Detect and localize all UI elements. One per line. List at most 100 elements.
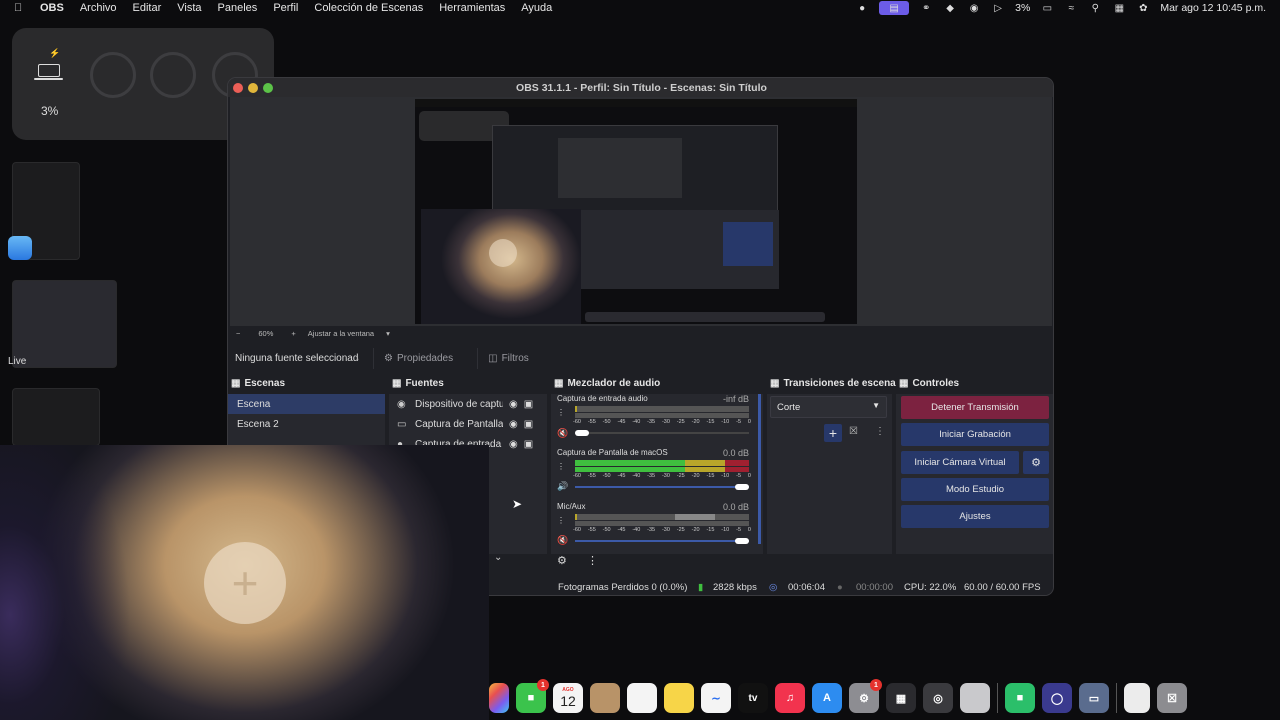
app-store-icon[interactable]: A [812, 683, 842, 713]
facetime-icon[interactable]: ■ 1 [516, 679, 549, 713]
close-button[interactable] [233, 83, 243, 93]
search-icon[interactable]: ⚲ [1088, 2, 1102, 14]
minimize-button[interactable] [248, 83, 258, 93]
system-settings-icon[interactable]: ⚙ 1 [849, 679, 882, 713]
studio-mode-button[interactable]: Modo Estudio [901, 478, 1049, 501]
kebab-icon[interactable]: ⋮ [875, 426, 885, 437]
trash-icon[interactable]: ☒ [849, 426, 858, 437]
screenshot-app-icon[interactable]: ▭ [1079, 683, 1109, 713]
muted-speaker-icon[interactable]: 🔇 [557, 428, 568, 439]
add-transition-button[interactable]: + [824, 424, 842, 442]
contacts-icon[interactable] [590, 683, 620, 713]
eye-icon[interactable]: ◉ [509, 399, 518, 410]
siri-icon[interactable]: ✿ [1136, 2, 1150, 14]
zoom-out-button[interactable]: − [236, 329, 240, 338]
volume-slider[interactable] [575, 486, 749, 488]
channel-db: 0.0 dB [722, 502, 749, 512]
preview-app-icon[interactable] [960, 683, 990, 713]
obs-titlebar[interactable]: OBS 31.1.1 - Perfil: Sin Título - Escena… [228, 78, 1053, 97]
eye-icon[interactable]: ◉ [509, 419, 518, 430]
menu-perfil[interactable]: Perfil [273, 2, 298, 14]
transition-select[interactable]: Corte ▼ [770, 396, 887, 418]
virtual-camera-settings-icon[interactable]: ⚙ [1023, 451, 1049, 474]
zoom-button[interactable] [263, 83, 273, 93]
instruments-icon[interactable]: ◎ [923, 683, 953, 713]
db-tick-label: -40 [632, 473, 641, 479]
menu-app-name[interactable]: OBS [40, 2, 64, 14]
apple-icon[interactable]:  [14, 2, 28, 14]
chevron-down-icon[interactable]: ▾ [386, 329, 390, 338]
notes-icon[interactable] [664, 683, 694, 713]
finder-icon[interactable] [8, 236, 32, 260]
muted-speaker-icon[interactable]: 🔇 [557, 535, 568, 546]
kebab-icon[interactable]: ⋮ [557, 516, 565, 525]
lock-icon[interactable]: ▣ [524, 399, 533, 410]
battery-icon[interactable]: ▭ [1040, 2, 1054, 14]
menu-paneles[interactable]: Paneles [218, 2, 258, 14]
messages-icon[interactable]: ■ [1005, 683, 1035, 713]
clock[interactable]: Mar ago 12 10:45 p.m. [1160, 2, 1266, 14]
document-icon[interactable] [1124, 683, 1150, 713]
music-icon[interactable]: ♫ [775, 683, 805, 713]
obs-status-icon[interactable]: ● [855, 2, 869, 14]
properties-button[interactable]: ⚙ Propiedades [373, 347, 463, 369]
wifi-icon[interactable]: ≈ [1064, 2, 1078, 14]
kebab-icon[interactable]: ⋮ [587, 554, 598, 567]
start-virtual-camera-button[interactable]: Iniciar Cámara Virtual [901, 451, 1019, 474]
calendar-icon[interactable]: AGO 12 [553, 683, 583, 713]
obs-icon[interactable]: ◯ [1042, 683, 1072, 713]
capcut-icon[interactable]: ◆ [943, 2, 957, 14]
user-icon[interactable]: ◉ [967, 2, 981, 14]
speaker-icon[interactable]: 🔊 [557, 481, 568, 492]
lock-icon[interactable]: ▣ [524, 419, 533, 430]
volume-knob[interactable] [575, 430, 589, 436]
stop-stream-button[interactable]: Detener Transmisión [901, 396, 1049, 419]
mixer-channel: Captura de entrada audio -inf dB ⋮ -60 -55… [557, 394, 751, 444]
eye-icon[interactable]: ◉ [509, 439, 518, 450]
db-tick-label: -25 [676, 419, 685, 425]
scrollbar[interactable] [758, 394, 761, 544]
stage-thumb-window[interactable] [12, 280, 117, 368]
trash-icon[interactable]: ☒ [1157, 683, 1187, 713]
start-recording-button[interactable]: Iniciar Grabación [901, 423, 1049, 446]
source-item[interactable]: ◉ Dispositivo de captura ◉ ▣ [389, 394, 547, 414]
reminders-icon[interactable] [627, 683, 657, 713]
volume-knob[interactable] [735, 484, 749, 490]
filters-button[interactable]: ◫ Filtros [477, 347, 539, 369]
volume-knob[interactable] [735, 538, 749, 544]
apple-tv-icon[interactable]: tv [738, 683, 768, 713]
scene-item[interactable]: Escena 2 [228, 414, 385, 434]
filter-icon: ◫ [488, 352, 498, 364]
menu-coleccion-escenas[interactable]: Colección de Escenas [314, 2, 423, 14]
source-item[interactable]: ▭ Captura de Pantalla de macOS ◉ ▣ [389, 414, 547, 434]
fit-window-dropdown[interactable]: Ajustar a la ventana [308, 329, 374, 338]
menu-editar[interactable]: Editar [133, 2, 162, 14]
audio-mixer-app-icon[interactable]: ▦ [886, 683, 916, 713]
preview-canvas[interactable] [415, 99, 857, 324]
kebab-icon[interactable]: ⋮ [557, 408, 565, 417]
stage-thumb-window[interactable] [12, 388, 100, 446]
db-tick-label: -35 [647, 527, 656, 533]
db-tick-label: -10 [721, 419, 730, 425]
control-center-icon[interactable]: ▦ [1112, 2, 1126, 14]
menu-ayuda[interactable]: Ayuda [521, 2, 552, 14]
advanced-audio-icon[interactable]: ⚙ [557, 554, 567, 567]
volume-slider[interactable] [575, 432, 749, 434]
settings-button[interactable]: Ajustes [901, 505, 1049, 528]
zoom-in-button[interactable]: + [291, 329, 295, 338]
scene-item[interactable]: Escena [228, 394, 385, 414]
preview-area[interactable] [230, 97, 1052, 329]
menu-archivo[interactable]: Archivo [80, 2, 117, 14]
menu-vista[interactable]: Vista [177, 2, 201, 14]
headphones-icon[interactable]: ⚭ [919, 2, 933, 14]
screen-mirroring-icon[interactable]: ▤ [879, 1, 910, 15]
menu-herramientas[interactable]: Herramientas [439, 2, 505, 14]
photos-icon[interactable] [489, 683, 509, 713]
chevron-down-icon[interactable]: ⌄ [494, 552, 502, 563]
freeform-icon[interactable]: ∼ [701, 683, 731, 713]
play-icon[interactable]: ▷ [991, 2, 1005, 14]
volume-slider[interactable] [575, 540, 749, 542]
lock-icon[interactable]: ▣ [524, 439, 533, 450]
kebab-icon[interactable]: ⋮ [557, 462, 565, 471]
stage-live-label: Live [8, 356, 27, 367]
